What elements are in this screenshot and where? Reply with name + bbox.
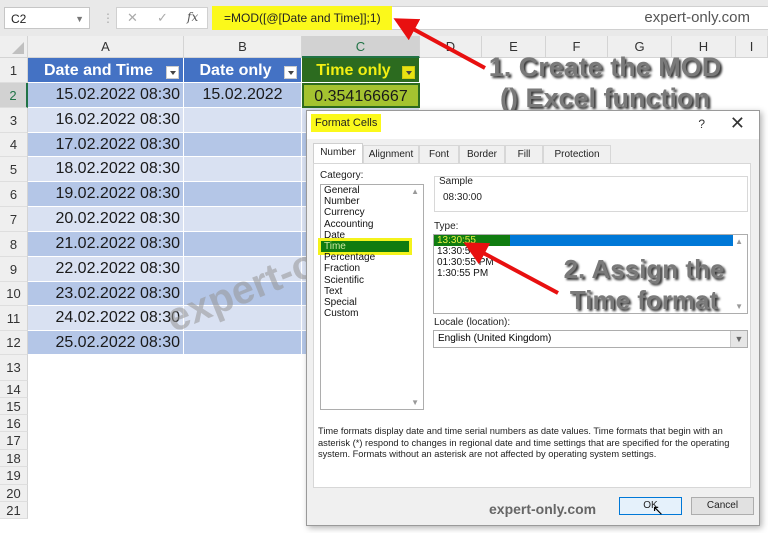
arrow-to-time-type xyxy=(463,242,559,295)
annotation-arrows xyxy=(393,18,559,295)
arrow-to-formula xyxy=(393,18,486,70)
